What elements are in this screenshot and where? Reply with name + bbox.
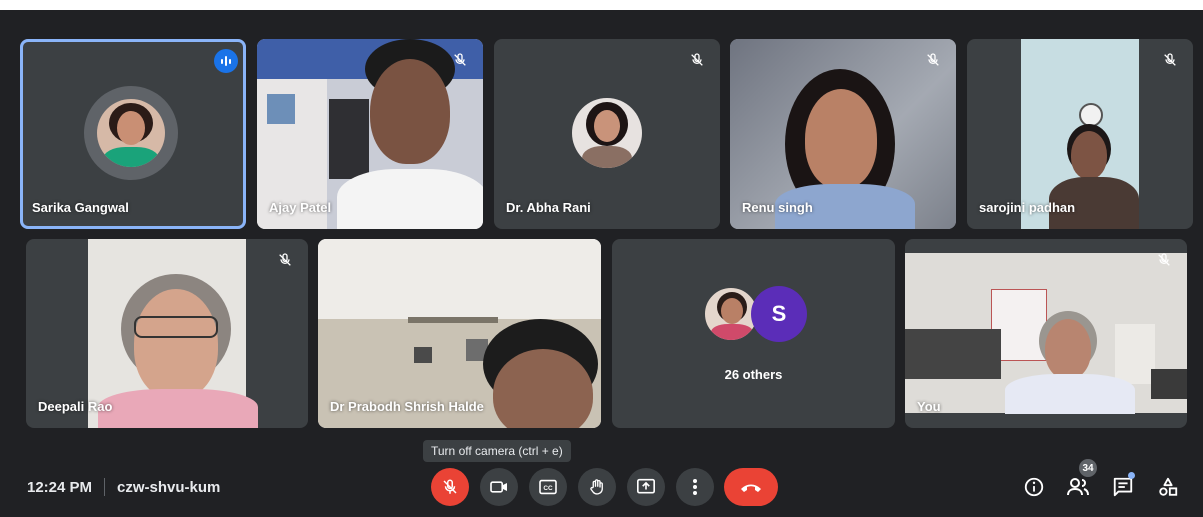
- mic-off-icon: [1153, 249, 1175, 271]
- mic-off-icon: [686, 49, 708, 71]
- participant-tile-deepali-rao[interactable]: Deepali Rao: [26, 239, 308, 428]
- people-button[interactable]: [1064, 473, 1092, 501]
- leave-call-button[interactable]: [724, 468, 778, 506]
- info-icon: [1024, 477, 1044, 497]
- participant-name: Dr Prabodh Shrish Halde: [330, 399, 484, 414]
- meeting-info: 12:24 PM czw-shvu-kum: [27, 478, 220, 496]
- window-top-strip: [0, 0, 1203, 10]
- participant-name: Deepali Rao: [38, 399, 113, 414]
- raise-hand-icon: [590, 479, 603, 495]
- tooltip: Turn off camera (ctrl + e): [423, 440, 571, 462]
- participant-tile-you[interactable]: You: [905, 239, 1187, 428]
- end-call-icon: [741, 484, 761, 492]
- participant-tile-prabodh-halde[interactable]: Dr Prabodh Shrish Halde: [318, 239, 601, 428]
- more-vert-icon: [693, 479, 697, 495]
- divider: [104, 478, 106, 496]
- activities-icon: [1159, 477, 1178, 496]
- participant-tile-sarojini-padhan[interactable]: sarojini padhan: [967, 39, 1193, 229]
- chat-notification-dot: [1128, 472, 1135, 479]
- avatar: [97, 99, 165, 167]
- participant-name: You: [917, 399, 941, 414]
- participant-name: Ajay Patel: [269, 200, 332, 215]
- people-count-badge: 34: [1079, 459, 1097, 477]
- others-count-label: 26 others: [724, 367, 783, 382]
- mic-off-icon: [274, 249, 296, 271]
- participant-name: Dr. Abha Rani: [506, 200, 591, 215]
- camera-toggle-button[interactable]: [480, 468, 518, 506]
- more-options-button[interactable]: [676, 468, 714, 506]
- mic-off-icon: [449, 49, 471, 71]
- participant-tile-sarika-gangwal[interactable]: Sarika Gangwal: [20, 39, 246, 229]
- meeting-details-button[interactable]: [1020, 473, 1048, 501]
- clock-time: 12:24 PM: [27, 478, 93, 496]
- video-feed: [905, 239, 1187, 428]
- captions-icon: CC: [539, 479, 557, 495]
- participant-name: sarojini padhan: [979, 200, 1076, 215]
- meeting-code: czw-shvu-kum: [117, 478, 221, 496]
- participant-tile-ajay-patel[interactable]: Ajay Patel: [257, 39, 483, 229]
- participant-name: Renu singh: [742, 200, 813, 215]
- mic-off-icon: [443, 479, 457, 494]
- participant-tile-renu-singh[interactable]: Renu singh: [730, 39, 956, 229]
- mic-off-icon: [922, 49, 944, 71]
- svg-text:CC: CC: [543, 485, 553, 492]
- chat-icon: [1113, 477, 1133, 497]
- captions-button[interactable]: CC: [529, 468, 567, 506]
- activities-button[interactable]: [1154, 473, 1182, 501]
- raise-hand-button[interactable]: [578, 468, 616, 506]
- participant-name: Sarika Gangwal: [32, 200, 129, 215]
- avatar: [572, 98, 642, 168]
- present-button[interactable]: [627, 468, 665, 506]
- avatar-letter: S: [751, 286, 807, 342]
- present-icon: [637, 478, 655, 494]
- people-icon: [1067, 478, 1089, 496]
- participant-tile-abha-rani[interactable]: Dr. Abha Rani: [494, 39, 720, 229]
- others-tile[interactable]: S 26 others: [612, 239, 895, 428]
- mic-off-icon: [1159, 49, 1181, 71]
- mic-toggle-button[interactable]: [431, 468, 469, 506]
- camera-icon: [490, 481, 507, 493]
- speaking-indicator-icon: [214, 49, 238, 73]
